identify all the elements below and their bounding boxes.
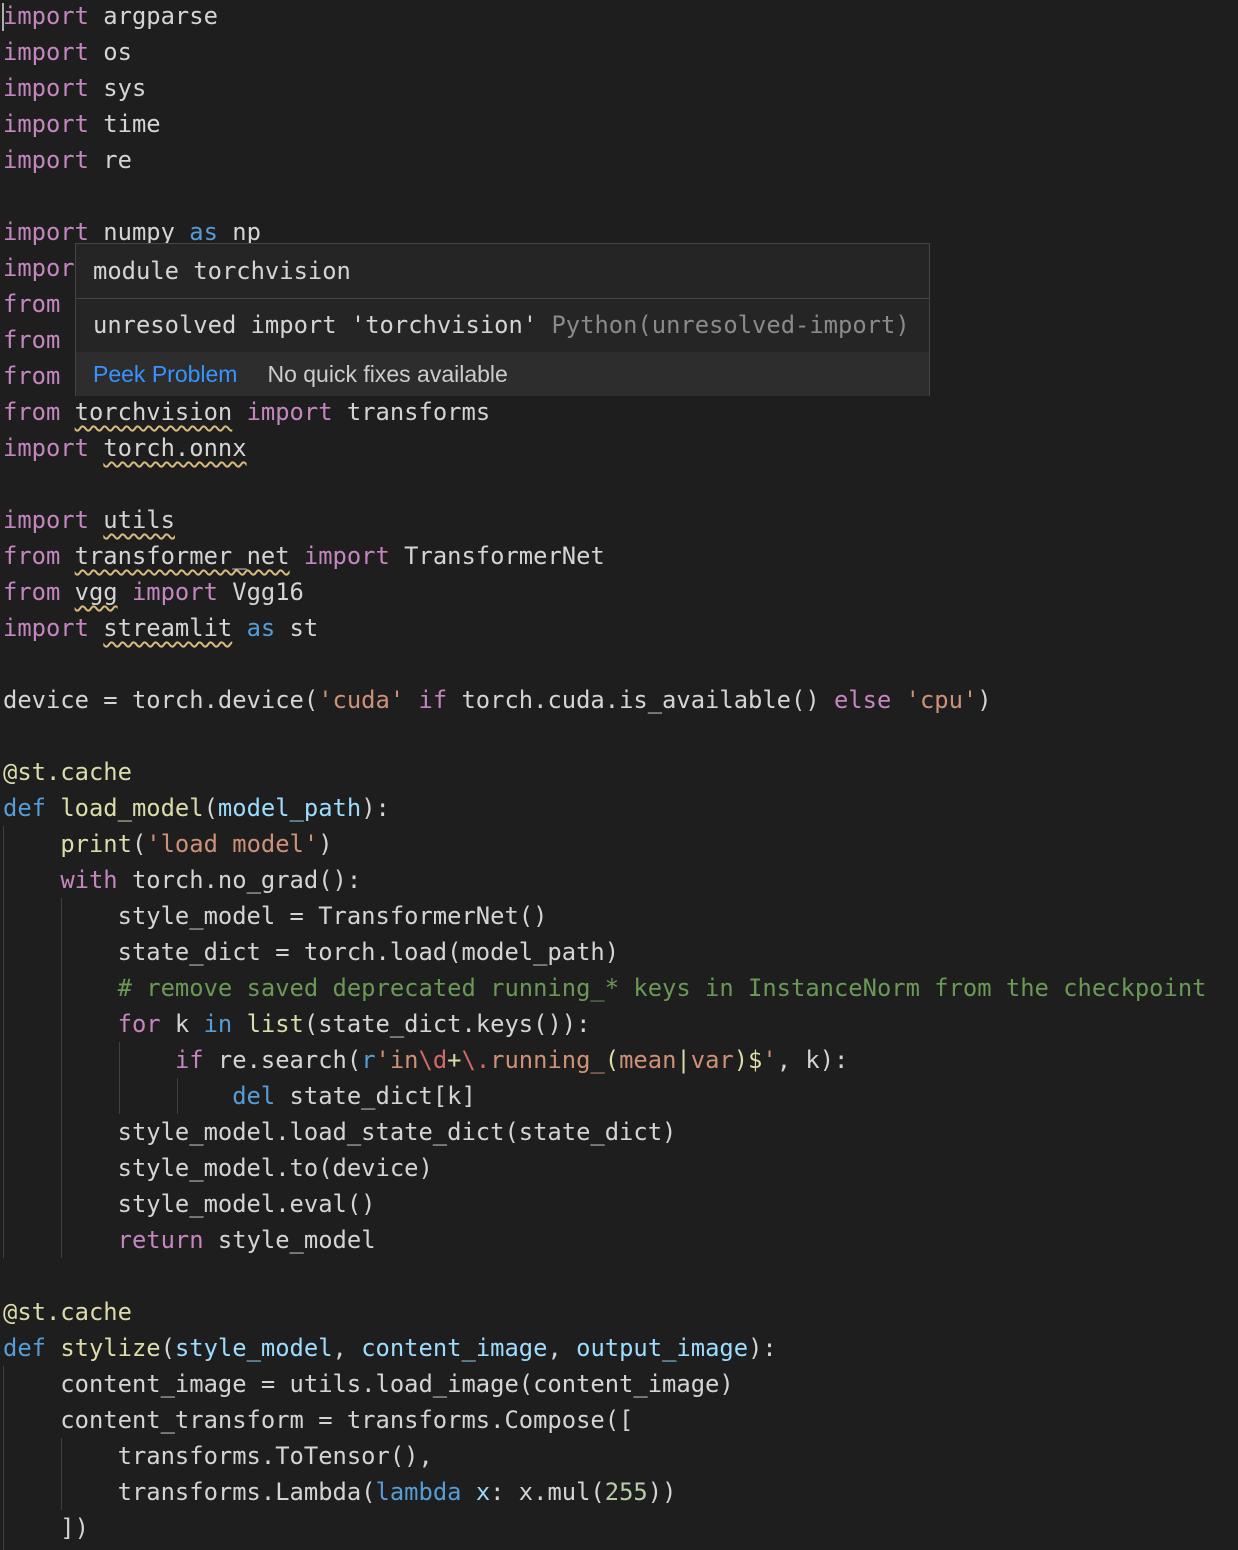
code-line-if[interactable]: if re.search(r'in\d+\.running_(mean|var)…	[3, 1042, 848, 1078]
indent-guide	[61, 1438, 62, 1510]
indent-guide	[119, 1042, 120, 1114]
code-line-3[interactable]: import sys	[3, 70, 146, 106]
code-line-content-image[interactable]: content_image = utils.load_image(content…	[3, 1366, 733, 1402]
code-line-17[interactable]: from vgg import Vgg16	[3, 574, 304, 610]
code-line-decorator-2[interactable]: @st.cache	[3, 1294, 132, 1330]
code-line-16[interactable]: from transformer_net import TransformerN…	[3, 538, 605, 574]
code-line-5[interactable]: import re	[3, 142, 132, 178]
indent-guide	[3, 1366, 4, 1550]
code-editor[interactable]: import argparse import os import sys imp…	[0, 0, 1238, 1550]
code-line-del[interactable]: del state_dict[k]	[3, 1078, 476, 1114]
code-line-12[interactable]: from torchvision import transforms	[3, 394, 490, 430]
code-line-15[interactable]: import utils	[3, 502, 175, 538]
no-quick-fixes-label: No quick fixes available	[267, 361, 508, 387]
code-line-return[interactable]: return style_model	[3, 1222, 376, 1258]
code-line-def-load-model[interactable]: def load_model(model_path):	[3, 790, 390, 826]
code-line-def-stylize[interactable]: def stylize(style_model, content_image, …	[3, 1330, 777, 1366]
indent-guide	[3, 826, 4, 1258]
code-line-content-transform[interactable]: content_transform = transforms.Compose([	[3, 1402, 633, 1438]
code-line-to-device[interactable]: style_model.to(device)	[3, 1150, 433, 1186]
code-line-state-dict[interactable]: state_dict = torch.load(model_path)	[3, 934, 619, 970]
code-line-13[interactable]: import torch.onnx	[3, 430, 247, 466]
code-line-for[interactable]: for k in list(state_dict.keys()):	[3, 1006, 591, 1042]
indent-guide	[61, 898, 62, 1258]
indent-guide	[177, 1078, 178, 1114]
code-line-style-model[interactable]: style_model = TransformerNet()	[3, 898, 548, 934]
code-line-1[interactable]: import argparse	[3, 0, 218, 34]
hover-title: module torchvision	[76, 244, 929, 299]
code-line-lambda[interactable]: transforms.Lambda(lambda x: x.mul(255))	[3, 1474, 677, 1510]
code-line-to-tensor[interactable]: transforms.ToTensor(),	[3, 1438, 433, 1474]
hover-message-row: unresolved import 'torchvision' Python(u…	[76, 298, 929, 353]
code-line-with[interactable]: with torch.no_grad():	[3, 862, 361, 898]
hover-actions: Peek Problem No quick fixes available	[76, 352, 929, 396]
code-line-9[interactable]: from	[3, 286, 60, 322]
code-line-4[interactable]: import time	[3, 106, 161, 142]
hover-tooltip: module torchvision unresolved import 'to…	[75, 243, 930, 396]
code-line-18[interactable]: import streamlit as st	[3, 610, 318, 646]
hover-message: unresolved import 'torchvision'	[93, 311, 538, 339]
hover-source: Python(unresolved-import)	[551, 311, 910, 339]
code-line-10[interactable]: from	[3, 322, 60, 358]
unresolved-import-torchvision[interactable]: torchvision	[75, 398, 233, 426]
peek-problem-link[interactable]: Peek Problem	[93, 361, 237, 387]
code-line-device[interactable]: device = torch.device('cuda' if torch.cu…	[3, 682, 992, 718]
code-line-load-state[interactable]: style_model.load_state_dict(state_dict)	[3, 1114, 677, 1150]
code-line-11[interactable]: from	[3, 358, 60, 394]
code-line-eval[interactable]: style_model.eval()	[3, 1186, 376, 1222]
code-line-close-bracket[interactable]: ])	[3, 1510, 89, 1546]
code-line-comment[interactable]: # remove saved deprecated running_* keys…	[3, 970, 1207, 1006]
code-line-print[interactable]: print('load model')	[3, 826, 332, 862]
code-line-2[interactable]: import os	[3, 34, 132, 70]
code-line-decorator-1[interactable]: @st.cache	[3, 754, 132, 790]
